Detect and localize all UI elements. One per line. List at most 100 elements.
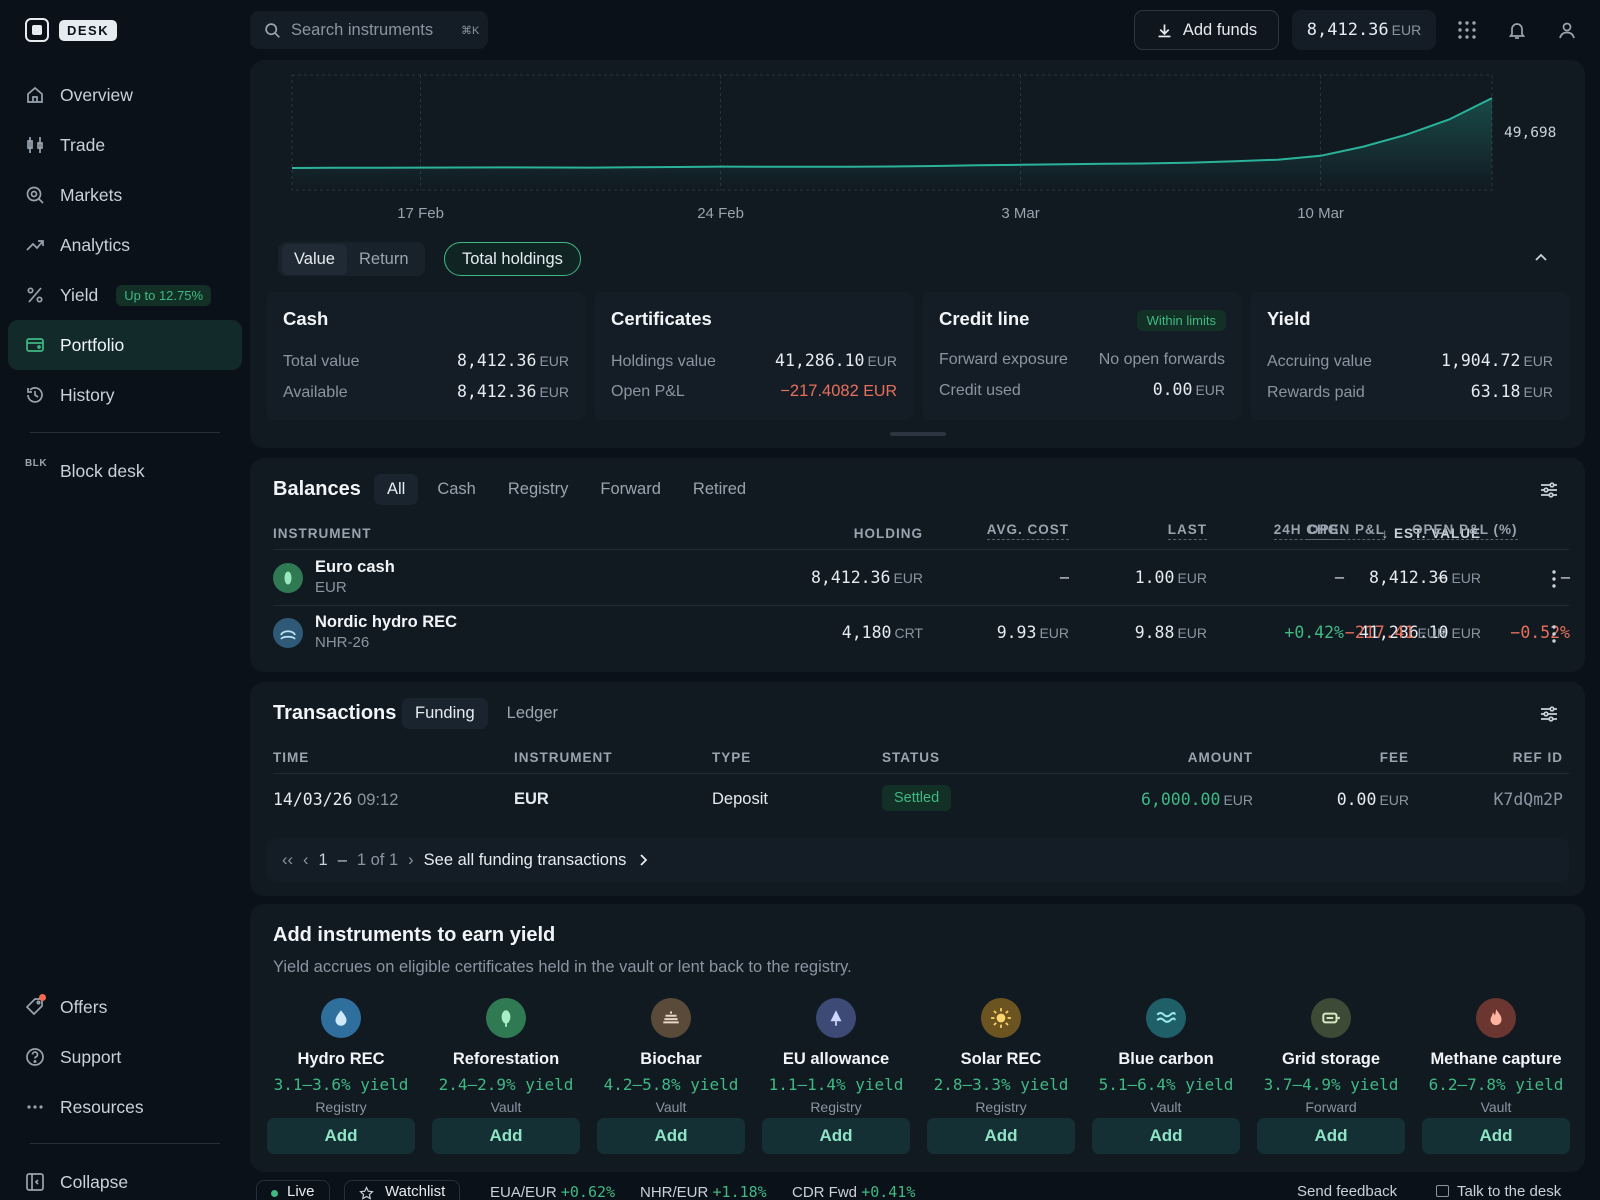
balance-display[interactable]: 8,412.36 EUR <box>1292 10 1436 50</box>
col-header-last[interactable]: LAST <box>1167 522 1207 540</box>
add-instrument-button[interactable]: Add <box>1257 1118 1405 1154</box>
sidebar-item-support[interactable]: Support <box>8 1032 242 1082</box>
col-header-amount[interactable]: AMOUNT <box>1188 750 1253 765</box>
user-icon[interactable] <box>1557 20 1577 40</box>
add-instrument-button[interactable]: Add <box>267 1118 415 1154</box>
sidebar-item-portfolio[interactable]: Portfolio <box>8 320 242 370</box>
see-all-funding-link[interactable]: See all funding transactions <box>424 851 627 870</box>
sidebar-item-overview[interactable]: Overview <box>8 70 242 120</box>
type-cell: Deposit <box>712 790 768 808</box>
first-page-button[interactable]: ‹‹ <box>282 851 293 870</box>
tab-value[interactable]: Value <box>282 243 347 275</box>
tab-registry[interactable]: Registry <box>495 474 582 505</box>
col-header-type[interactable]: TYPE <box>712 750 751 765</box>
talk-to-desk-link[interactable]: Talk to the desk <box>1436 1183 1561 1200</box>
filter-settings-icon[interactable] <box>1539 480 1559 500</box>
search-input[interactable] <box>291 20 451 40</box>
page-of: 1 of 1 <box>356 850 399 869</box>
add-instrument-button[interactable]: Add <box>597 1118 745 1154</box>
prev-page-button[interactable]: ‹ <box>303 851 309 870</box>
col-header-time[interactable]: TIME <box>273 750 309 765</box>
sidebar-item-offers[interactable]: Offers <box>8 982 242 1032</box>
page-dash: – <box>337 850 347 869</box>
avg-cost-cell: 9.93 EUR <box>997 623 1069 643</box>
last-cell: 9.88 EUR <box>1135 623 1207 643</box>
chart-area-fill <box>292 98 1492 190</box>
yield-card-rate: 5.1–6.4% yield <box>1098 1075 1234 1094</box>
yield-card: Solar REC 2.8–3.3% yield Registry Add <box>927 992 1075 1167</box>
row-value: 0.00 <box>1152 380 1193 399</box>
transactions-panel: Transactions Funding Ledger TIME INSTRUM… <box>250 682 1585 896</box>
triangle-icon <box>816 998 856 1038</box>
sidebar-item-trade[interactable]: Trade <box>8 120 242 170</box>
holding-value: 4,180 <box>841 623 892 642</box>
apps-grid-icon[interactable] <box>1457 20 1477 40</box>
chart-series-line <box>291 97 1493 169</box>
chevron-up-icon[interactable] <box>1533 250 1549 266</box>
tab-forward[interactable]: Forward <box>587 474 674 505</box>
add-instrument-button[interactable]: Add <box>927 1118 1075 1154</box>
col-header-open-pnl-pct[interactable]: OPEN P&L (%) <box>1412 522 1518 540</box>
bell-icon[interactable] <box>1507 20 1527 40</box>
search-bar[interactable]: ⌘K <box>250 11 488 49</box>
sidebar-item-analytics[interactable]: Analytics <box>8 220 242 270</box>
sidebar-item-history[interactable]: History <box>8 370 242 420</box>
collapse-button[interactable]: Collapse <box>8 1157 242 1200</box>
watchlist-button[interactable]: Watchlist <box>344 1180 461 1200</box>
row-label: Total value <box>283 353 360 370</box>
holding-unit: CRT <box>894 625 923 641</box>
sidebar-item-resources[interactable]: Resources <box>8 1082 242 1132</box>
col-header-ref-id[interactable]: REF ID <box>1513 750 1563 765</box>
change-cell: – <box>1335 568 1344 587</box>
sidebar-item-markets[interactable]: Markets <box>8 170 242 220</box>
send-feedback-link[interactable]: Send feedback <box>1297 1183 1397 1200</box>
fee-cell: 0.00 EUR <box>1337 790 1409 810</box>
tab-funding[interactable]: Funding <box>402 698 488 729</box>
add-instrument-button[interactable]: Add <box>432 1118 580 1154</box>
transactions-title: Transactions <box>273 702 397 724</box>
ref-id-cell[interactable]: K7dQm2P <box>1493 790 1563 809</box>
balances-title: Balances <box>273 478 361 500</box>
col-header-instrument[interactable]: INSTRUMENT <box>273 526 372 541</box>
tab-return[interactable]: Return <box>347 244 421 275</box>
col-header-open-pnl[interactable]: OPEN P&L <box>1308 522 1386 540</box>
chart-x-tick-label: 24 Feb <box>697 205 744 222</box>
ticker-item[interactable]: EUA/EUR +0.62% <box>490 1183 615 1200</box>
balances-tabs: All Cash Registry Forward Retired <box>374 474 759 505</box>
col-header-fee[interactable]: FEE <box>1380 750 1409 765</box>
sidebar-item-label: Overview <box>60 84 133 105</box>
next-page-button[interactable]: › <box>408 851 414 870</box>
more-options-icon[interactable] <box>1552 625 1556 643</box>
live-indicator[interactable]: Live <box>256 1180 330 1200</box>
ticker-item[interactable]: NHR/EUR +1.18% <box>640 1183 767 1200</box>
sidebar-item-block-desk[interactable]: BLK Block desk <box>8 446 242 496</box>
sidebar-item-label: Portfolio <box>60 334 125 355</box>
ticker-item[interactable]: CDR Fwd +0.41% <box>792 1183 915 1200</box>
sidebar-item-yield[interactable]: Yield Up to 12.75% <box>8 270 242 320</box>
tab-cash[interactable]: Cash <box>424 474 489 505</box>
chevron-right-icon[interactable] <box>636 853 650 867</box>
tab-all[interactable]: All <box>374 474 419 505</box>
more-options-icon[interactable] <box>1552 570 1556 588</box>
col-header-avg-cost[interactable]: AVG. COST <box>986 522 1069 540</box>
add-instrument-button[interactable]: Add <box>1092 1118 1240 1154</box>
filter-settings-icon[interactable] <box>1539 704 1559 724</box>
tab-retired[interactable]: Retired <box>680 474 759 505</box>
add-instrument-button[interactable]: Add <box>762 1118 910 1154</box>
col-header-holding[interactable]: HOLDING <box>854 526 923 541</box>
card-title: Cash <box>283 308 329 329</box>
history-icon <box>27 387 43 403</box>
col-header-instrument[interactable]: INSTRUMENT <box>514 750 613 765</box>
col-header-status[interactable]: STATUS <box>882 750 940 765</box>
tab-ledger[interactable]: Ledger <box>494 698 571 729</box>
add-funds-button[interactable]: Add funds <box>1134 10 1279 50</box>
sidebar-collapse-icon <box>26 1173 44 1191</box>
earn-yield-panel: Add instruments to earn yield Yield accr… <box>250 904 1585 1172</box>
logo[interactable]: DESK <box>25 18 118 42</box>
instrument-cell: EUR <box>514 790 549 808</box>
add-instrument-button[interactable]: Add <box>1422 1118 1570 1154</box>
instrument-name: Euro cash <box>315 558 395 576</box>
total-holdings-pill[interactable]: Total holdings <box>444 242 581 276</box>
resize-handle[interactable] <box>890 432 946 436</box>
yield-card: Reforestation 2.4–2.9% yield Vault Add <box>432 992 580 1167</box>
